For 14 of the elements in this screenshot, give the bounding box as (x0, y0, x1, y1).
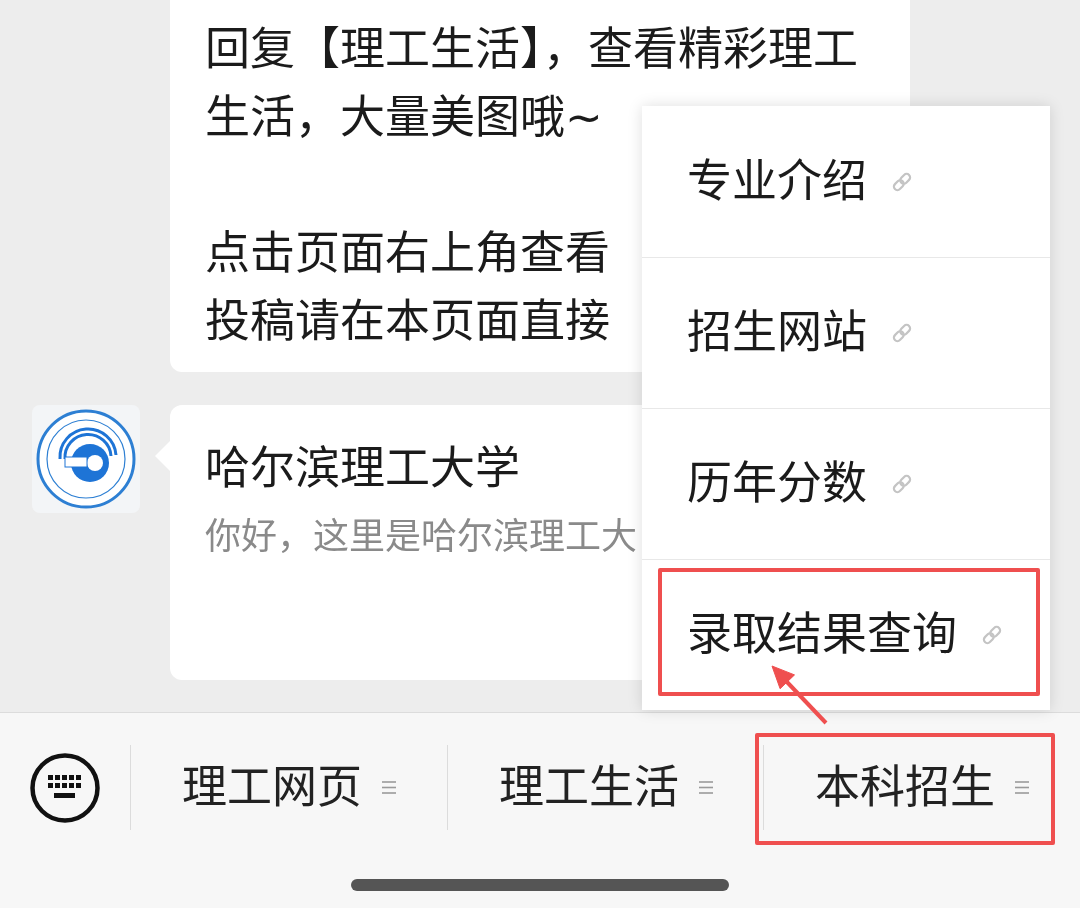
message-paragraph: 点击页面右上角查看 投稿请在本页面直接 (205, 226, 610, 350)
menu-icon (698, 781, 713, 794)
menu-tab[interactable]: 理工网页 (131, 745, 447, 830)
popup-menu-item[interactable]: 录取结果查询 (642, 559, 1050, 710)
keyboard-icon[interactable] (30, 752, 100, 823)
card-description: 你好，这里是哈尔滨理工大 (205, 515, 637, 559)
menu-icon (381, 781, 396, 794)
popup-menu-item[interactable]: 历年分数 (642, 408, 1050, 559)
card-title: 哈尔滨理工大学 (205, 441, 520, 497)
menu-tab[interactable]: 理工生活 (447, 745, 764, 830)
menu-tab[interactable]: 本科招生 (764, 745, 1080, 830)
popup-menu-item[interactable]: 招生网站 (642, 257, 1050, 408)
menu-icon (1015, 781, 1030, 794)
emblem-avatar-icon[interactable] (32, 405, 140, 513)
